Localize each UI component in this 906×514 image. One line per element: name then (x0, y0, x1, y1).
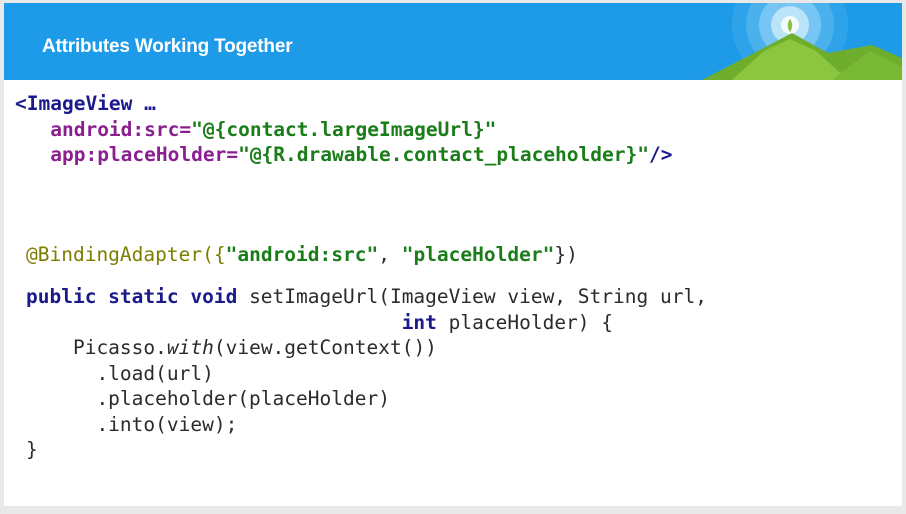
placeholder-call: .placeholder(placeHolder) (26, 387, 390, 410)
method-modifiers: public static void (26, 285, 238, 308)
annotation-separator: , (378, 243, 402, 266)
java-code-block: public static void setImageUrl(ImageView… (26, 284, 707, 463)
method-signature: setImageUrl(ImageView view, String url, (237, 285, 707, 308)
mountain-logo-icon (702, 3, 902, 80)
annotation-arg-placeholder: "placeHolder" (401, 243, 555, 266)
param-type-int: int (401, 310, 437, 334)
xml-tag-close: /> (648, 143, 673, 166)
load-call: .load(url) (26, 361, 214, 385)
picasso-suffix: (view.getContext()) (213, 336, 437, 359)
xml-src-value: "@{contact.largeImageUrl}" (191, 117, 497, 141)
xml-placeholder-attr: app:placeHolder= (50, 143, 239, 166)
picasso-with: with (166, 336, 214, 359)
closing-brace: } (26, 438, 38, 461)
annotation-end: }) (554, 243, 578, 266)
slide: Attributes Working Together <ImageView …… (4, 3, 902, 506)
annotation-line: @BindingAdapter({"android:src", "placeHo… (26, 242, 578, 268)
xml-placeholder-value: "@{R.drawable.contact_placeholder}" (238, 143, 649, 166)
slide-header: Attributes Working Together (4, 3, 902, 80)
annotation-arg-src: "android:src" (225, 243, 379, 266)
annotation-name: @BindingAdapter({ (26, 243, 226, 266)
xml-code-block: <ImageView … android:src="@{contact.larg… (15, 91, 672, 168)
into-call: .into(view); (26, 412, 238, 436)
method-signature-line2: placeHolder) { (436, 310, 614, 334)
slide-title: Attributes Working Together (42, 36, 293, 57)
picasso-prefix: Picasso. (26, 336, 167, 359)
xml-src-attr: android:src= (50, 117, 192, 141)
xml-tag-open: <ImageView … (15, 92, 156, 115)
